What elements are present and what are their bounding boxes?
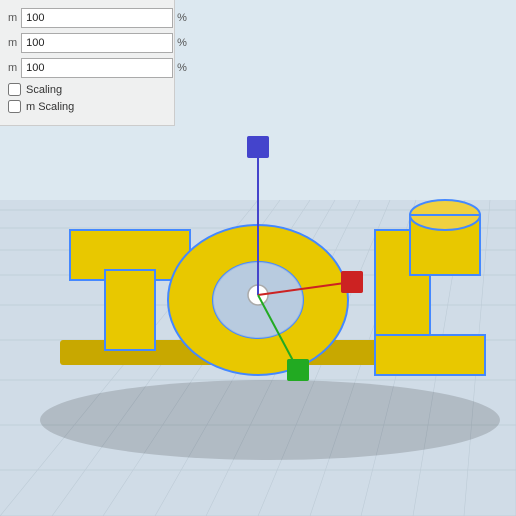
uniform-scaling-label: m Scaling <box>26 101 74 113</box>
x-axis-label: m <box>8 12 17 24</box>
uniform-scaling-checkbox[interactable] <box>8 100 21 113</box>
y-axis-row: m % <box>8 33 166 53</box>
x-unit-label: % <box>177 12 187 24</box>
y-axis-label: m <box>8 37 17 49</box>
y-unit-label: % <box>177 37 187 49</box>
z-axis-row: m % <box>8 58 166 78</box>
z-value-input[interactable] <box>21 58 173 78</box>
scaling-label: Scaling <box>26 84 62 96</box>
x-axis-row: m % <box>8 8 166 28</box>
y-value-input[interactable] <box>21 33 173 53</box>
x-value-input[interactable] <box>21 8 173 28</box>
control-panel: m % m % m % Scaling m Scaling <box>0 0 175 126</box>
uniform-scaling-checkbox-row: m Scaling <box>8 100 166 113</box>
z-unit-label: % <box>177 62 187 74</box>
z-axis-label: m <box>8 62 17 74</box>
scaling-checkbox[interactable] <box>8 83 21 96</box>
scaling-checkbox-row: Scaling <box>8 83 166 96</box>
